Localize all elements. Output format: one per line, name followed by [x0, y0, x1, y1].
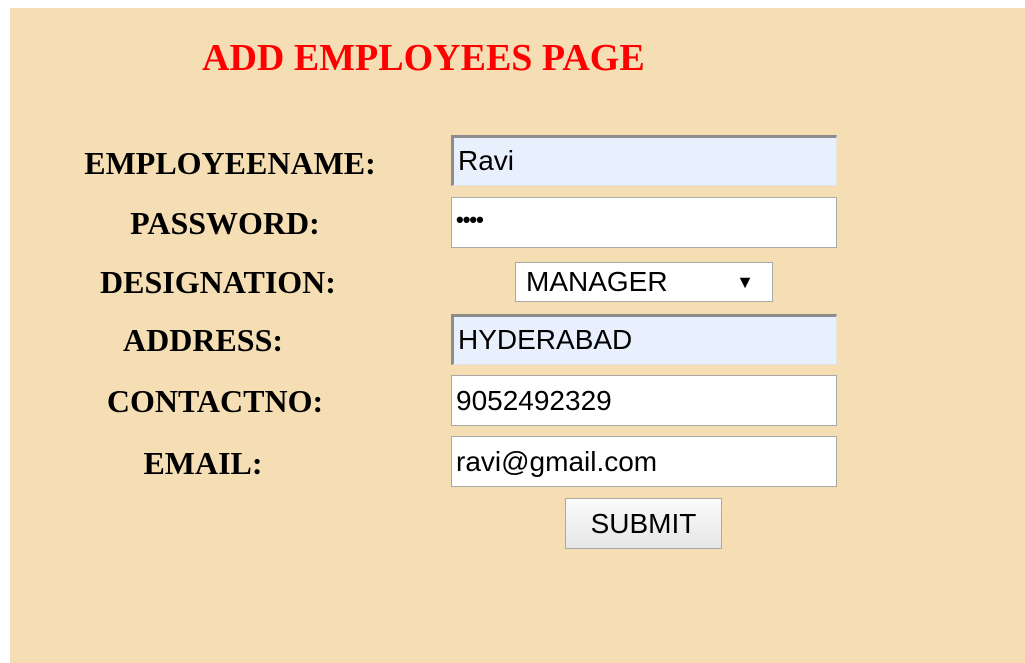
password-label: PASSWORD: [130, 205, 320, 241]
contactno-label: CONTACTNO: [106, 383, 324, 419]
address-input[interactable]: HYDERABAD [451, 314, 837, 365]
designation-select[interactable]: MANAGER ▼ [515, 262, 773, 302]
email-input[interactable]: ravi@gmail.com [451, 436, 837, 487]
designation-selected-value: MANAGER [526, 266, 668, 297]
employeename-label: EMPLOYEENAME: [84, 145, 376, 181]
address-label: ADDRESS: [122, 322, 284, 358]
employeename-input[interactable]: Ravi [451, 135, 837, 186]
chevron-down-icon: ▼ [736, 272, 754, 292]
contactno-input[interactable]: 9052492329 [451, 375, 837, 426]
password-input[interactable]: •••• [451, 197, 837, 248]
designation-label: DESIGNATION: [100, 264, 336, 300]
submit-button[interactable]: SUBMIT [565, 498, 722, 549]
page-background: ADD EMPLOYEES PAGE EMPLOYEENAME: Ravi PA… [10, 8, 1025, 663]
page-title: ADD EMPLOYEES PAGE [202, 37, 645, 79]
email-label: EMAIL: [143, 445, 263, 481]
